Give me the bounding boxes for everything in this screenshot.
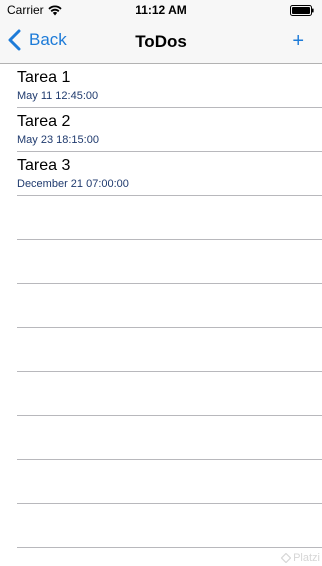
empty-row: [0, 460, 322, 504]
todo-title: Tarea 3: [17, 157, 71, 174]
empty-row: [0, 548, 322, 566]
todo-title: Tarea 1: [17, 69, 71, 86]
diamond-icon: [281, 553, 292, 563]
navigation-bar: Back ToDos +: [0, 20, 322, 64]
todo-date: May 11 12:45:00: [17, 90, 99, 102]
status-time: 11:12 AM: [135, 3, 187, 17]
empty-row: [0, 416, 322, 460]
empty-row: [0, 196, 322, 240]
page-title: ToDos: [135, 32, 187, 51]
status-bar: Carrier 11:12 AM: [0, 0, 322, 20]
empty-row: [0, 328, 322, 372]
todo-title: Tarea 2: [17, 113, 71, 130]
list-item[interactable]: Tarea 3 December 21 07:00:00: [0, 152, 322, 196]
todo-list: Tarea 1 May 11 12:45:00 Tarea 2 May 23 1…: [0, 64, 322, 566]
list-item[interactable]: Tarea 2 May 23 18:15:00: [0, 108, 322, 152]
todo-date: May 23 18:15:00: [17, 134, 99, 146]
empty-row: [0, 284, 322, 328]
empty-row: [0, 372, 322, 416]
list-item[interactable]: Tarea 1 May 11 12:45:00: [0, 64, 322, 108]
add-todo-button[interactable]: +: [292, 29, 304, 53]
todo-date: December 21 07:00:00: [17, 178, 129, 190]
todos-screen: Carrier 11:12 AM Back ToDos + Tarea 1 Ma…: [0, 0, 322, 566]
watermark-label: Platzi: [293, 552, 320, 564]
empty-row: [0, 504, 322, 548]
battery-icon: [290, 5, 314, 16]
watermark: Platzi: [281, 552, 320, 564]
empty-row: [0, 240, 322, 284]
